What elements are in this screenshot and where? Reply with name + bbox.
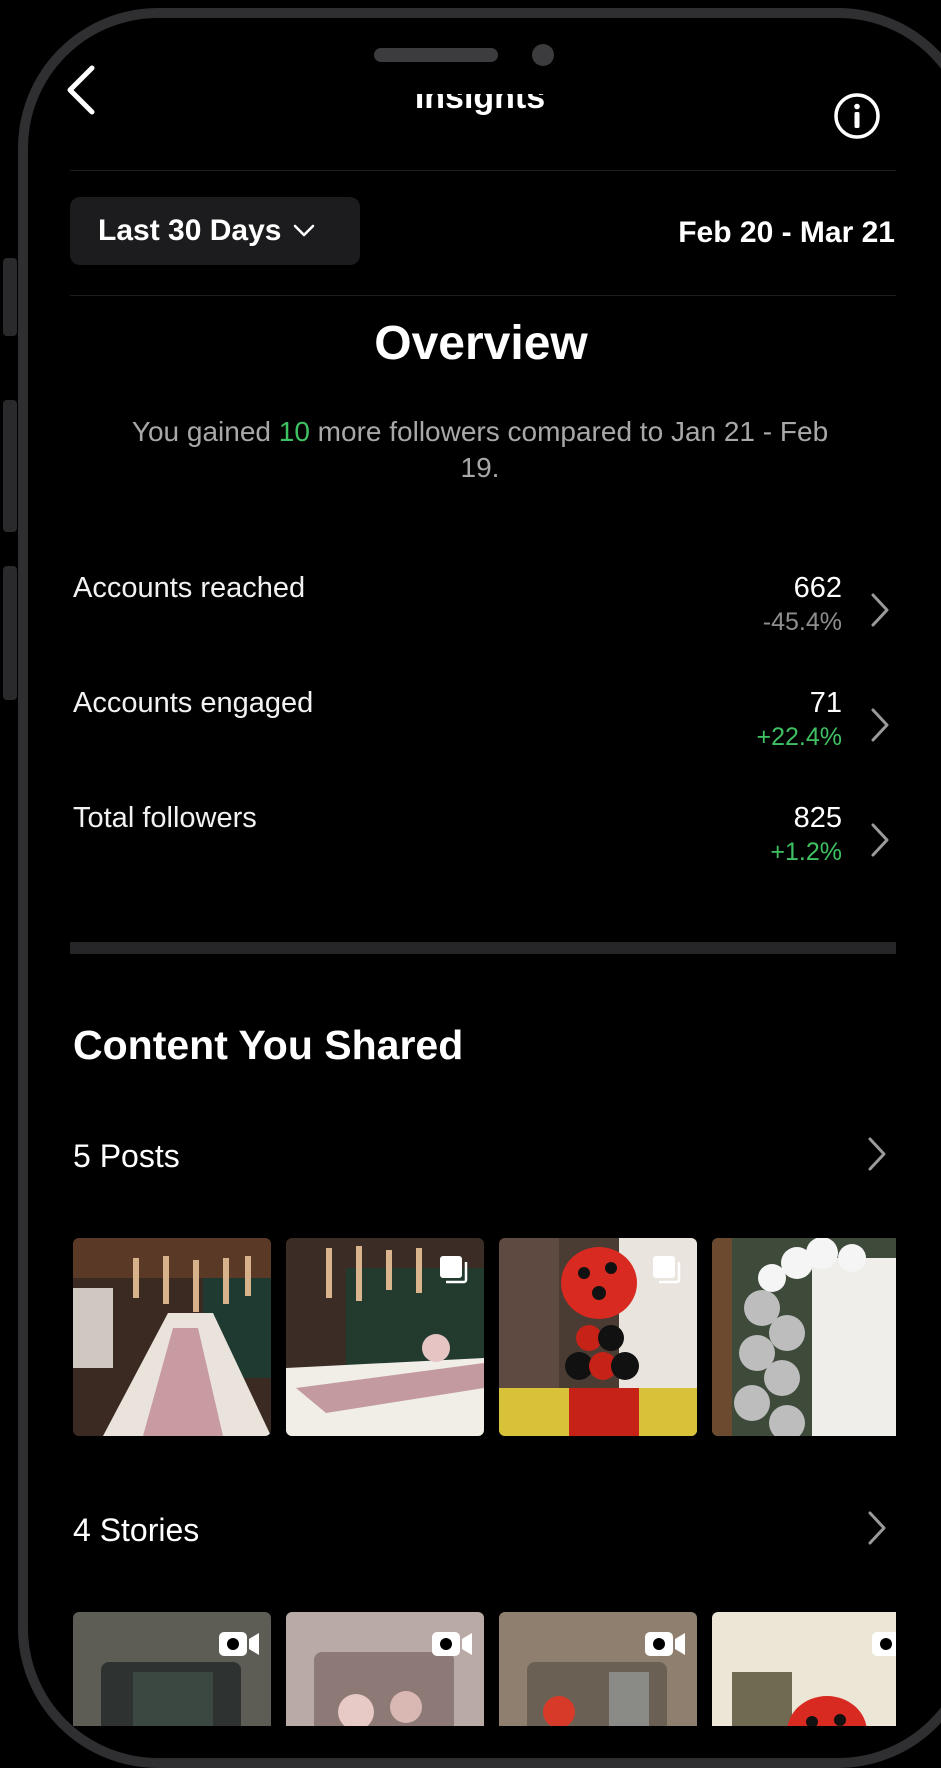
info-button[interactable] bbox=[833, 92, 881, 140]
back-button[interactable] bbox=[62, 60, 102, 120]
post-thumbnail[interactable] bbox=[712, 1238, 896, 1436]
metric-value: 825 bbox=[793, 802, 842, 834]
metric-label: Accounts engaged bbox=[73, 687, 314, 719]
chevron-right-icon bbox=[871, 708, 889, 742]
metric-label: Total followers bbox=[73, 802, 257, 834]
video-camera-icon bbox=[219, 1632, 259, 1656]
overview-summary: You gained 10 more followers compared to… bbox=[131, 416, 829, 483]
story-thumbnail[interactable] bbox=[499, 1612, 697, 1726]
section-divider bbox=[70, 942, 896, 954]
filter-divider bbox=[70, 295, 896, 296]
balloon-arch-photo bbox=[712, 1238, 896, 1436]
chevron-down-icon bbox=[294, 224, 315, 237]
metric-accounts-reached[interactable]: Accounts reached 662 -45.4% bbox=[73, 572, 896, 662]
followers-gained-count: 10 bbox=[278, 416, 310, 447]
chevron-right-icon bbox=[871, 593, 889, 627]
chevron-right-icon bbox=[871, 823, 889, 857]
stories-count-label: 4 Stories bbox=[73, 1512, 200, 1548]
posts-count-label: 5 Posts bbox=[73, 1138, 180, 1174]
banquet-photo bbox=[73, 1238, 271, 1436]
metric-change: +1.2% bbox=[770, 838, 842, 866]
story-thumbnail[interactable] bbox=[712, 1612, 896, 1726]
info-circle-icon bbox=[834, 93, 880, 139]
chevron-right-icon bbox=[868, 1137, 886, 1171]
video-camera-icon bbox=[432, 1632, 472, 1656]
date-range-dropdown-label: Last 30 Days bbox=[98, 214, 282, 247]
story-thumbnail[interactable] bbox=[73, 1612, 271, 1726]
metric-change: -45.4% bbox=[762, 608, 842, 636]
metric-label: Accounts reached bbox=[73, 572, 306, 604]
content-section-title: Content You Shared bbox=[73, 1022, 464, 1068]
metric-value: 71 bbox=[809, 687, 842, 719]
header-divider bbox=[70, 170, 896, 171]
posts-thumbnails bbox=[73, 1238, 896, 1436]
carousel-icon bbox=[440, 1256, 468, 1284]
carousel-icon bbox=[653, 1256, 681, 1284]
metric-total-followers[interactable]: Total followers 825 +1.2% bbox=[73, 802, 896, 892]
metric-change: +22.4% bbox=[756, 723, 843, 751]
overview-heading: Overview bbox=[374, 317, 588, 370]
metric-value: 662 bbox=[793, 572, 842, 604]
stories-thumbnails bbox=[73, 1612, 896, 1726]
post-thumbnail[interactable] bbox=[286, 1238, 484, 1436]
post-thumbnail[interactable] bbox=[499, 1238, 697, 1436]
camera-dot bbox=[532, 44, 554, 66]
speaker-notch bbox=[374, 48, 498, 62]
story-thumbnail[interactable] bbox=[286, 1612, 484, 1726]
story-preview bbox=[712, 1612, 896, 1726]
video-camera-icon bbox=[872, 1632, 896, 1656]
metric-accounts-engaged[interactable]: Accounts engaged 71 +22.4% bbox=[73, 687, 896, 777]
chevron-right-icon bbox=[868, 1511, 886, 1545]
chevron-left-icon bbox=[67, 65, 95, 115]
phone-side-button bbox=[3, 566, 17, 700]
phone-side-button bbox=[3, 400, 17, 532]
page-title: Insights bbox=[414, 94, 546, 116]
post-thumbnail[interactable] bbox=[73, 1238, 271, 1436]
date-range-dropdown[interactable]: Last 30 Days bbox=[70, 197, 360, 265]
date-range-text: Feb 20 - Mar 21 bbox=[678, 216, 895, 249]
video-camera-icon bbox=[645, 1632, 685, 1656]
